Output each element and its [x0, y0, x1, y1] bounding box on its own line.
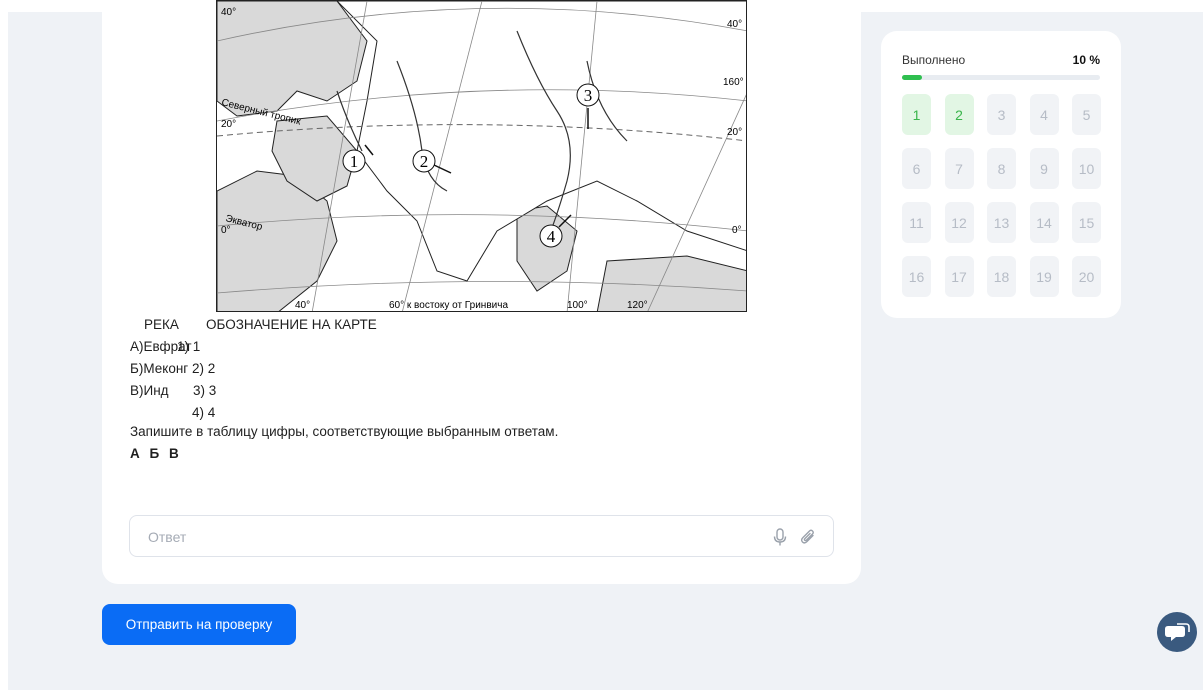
instruction-text: Запишите в таблицу цифры, соответствующи…	[130, 424, 559, 439]
svg-text:1: 1	[350, 152, 359, 171]
question-cell-20[interactable]: 20	[1072, 256, 1101, 297]
option-cell: 3) 3	[193, 383, 217, 398]
progress-percent: 10 %	[1072, 53, 1100, 67]
lat-right-20: 20°	[727, 127, 742, 138]
question-cell-7[interactable]: 7	[944, 148, 974, 189]
question-cell-5[interactable]: 5	[1072, 94, 1101, 135]
lat-right-0: 0°	[732, 225, 742, 236]
question-cell-3[interactable]: 3	[987, 94, 1016, 135]
question-cell-6[interactable]: 6	[902, 148, 931, 189]
question-cell-17[interactable]: 17	[944, 256, 974, 297]
lon-120: 120°	[627, 300, 648, 311]
lon-100: 100°	[567, 300, 588, 311]
question-cell-19[interactable]: 19	[1029, 256, 1059, 297]
question-cell-2[interactable]: 2	[944, 94, 974, 135]
answer-input[interactable]	[146, 526, 750, 548]
question-cell-15[interactable]: 15	[1072, 202, 1101, 243]
chat-button[interactable]	[1157, 612, 1197, 652]
option-cell: 1) 1	[177, 339, 201, 354]
river-cell: Б)Меконг	[130, 361, 189, 376]
asia-map: 1 2 3 4 40° 20° 0° 40° 160° 20° 0° 40° 6…	[216, 0, 747, 312]
svg-text:3: 3	[584, 86, 593, 105]
river-cell: В)Инд	[130, 383, 169, 398]
question-cell-8[interactable]: 8	[987, 148, 1016, 189]
paperclip-icon[interactable]	[798, 527, 818, 547]
question-cell-9[interactable]: 9	[1029, 148, 1059, 189]
question-cell-14[interactable]: 14	[1029, 202, 1059, 243]
lat-right-40: 40°	[727, 19, 742, 30]
question-cell-10[interactable]: 10	[1072, 148, 1101, 189]
question-cell-16[interactable]: 16	[902, 256, 931, 297]
question-cell-13[interactable]: 13	[987, 202, 1016, 243]
microphone-icon[interactable]	[770, 527, 790, 547]
progress-bar	[902, 75, 1100, 80]
lat-left-20: 20°	[221, 119, 236, 130]
lat-left-0: 0°	[221, 225, 231, 236]
lon-60: 60° к востоку от Гринвича	[389, 300, 508, 311]
question-cell-12[interactable]: 12	[944, 202, 974, 243]
submit-button[interactable]: Отправить на проверку	[102, 604, 296, 645]
header-map: ОБОЗНАЧЕНИЕ НА КАРТЕ	[206, 317, 377, 332]
answer-columns: А Б В	[130, 446, 179, 461]
question-cell-11[interactable]: 11	[902, 202, 931, 243]
chat-bubble-icon	[1165, 623, 1190, 641]
svg-text:2: 2	[420, 152, 429, 171]
progress-label: Выполнено	[902, 53, 966, 67]
lon-right-160: 160°	[723, 77, 744, 88]
lat-left-40: 40°	[221, 7, 236, 18]
question-cell-4[interactable]: 4	[1029, 94, 1059, 135]
progress-fill	[902, 75, 922, 80]
option-cell: 4) 4	[192, 405, 216, 420]
map-svg: 1 2 3 4 40° 20° 0° 40° 160° 20° 0° 40° 6…	[217, 1, 746, 311]
svg-text:4: 4	[547, 227, 556, 246]
header-river: РЕКА	[144, 317, 179, 332]
answer-field[interactable]	[129, 515, 834, 557]
question-cell-1[interactable]: 1	[902, 94, 931, 135]
option-cell: 2) 2	[192, 361, 216, 376]
progress-panel: Выполнено 10 % 1 2 3 4 5 6 7 8 9 10 11 12 13 14 15 16 17…	[881, 31, 1121, 318]
lon-40: 40°	[295, 300, 310, 311]
question-cell-18[interactable]: 18	[987, 256, 1016, 297]
